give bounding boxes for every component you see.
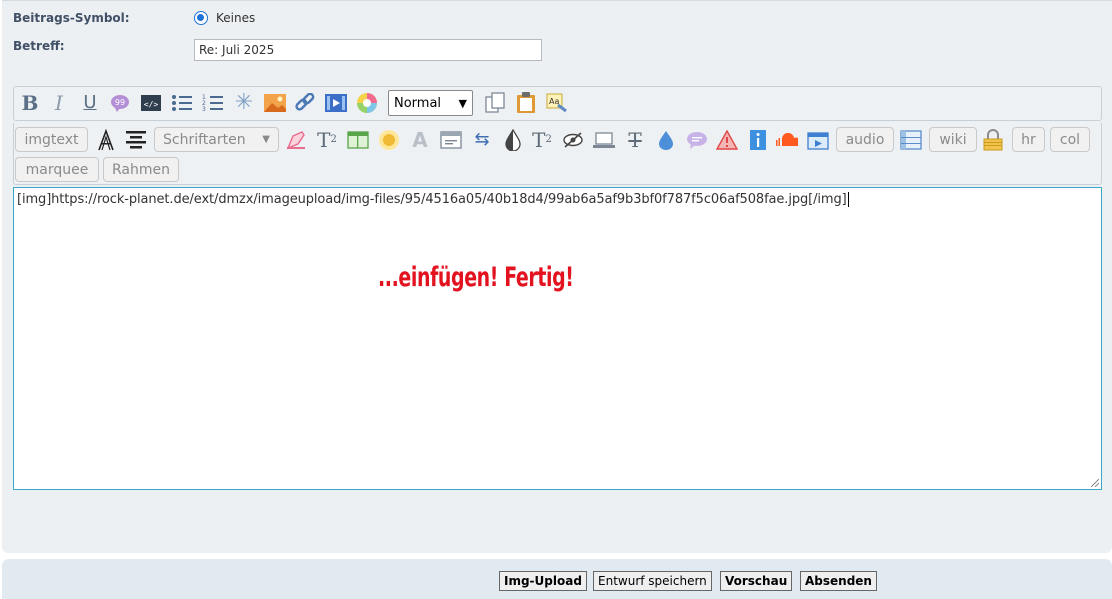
svg-text:Aa: Aa bbox=[549, 97, 559, 106]
link-icon[interactable] bbox=[294, 92, 316, 114]
annotation-overlay-text: ...einfügen! Fertig! bbox=[378, 262, 574, 293]
lock-icon[interactable] bbox=[982, 129, 1004, 151]
message-content: [img]https://rock-planet.de/ext/dmzx/ima… bbox=[17, 192, 847, 207]
resize-handle-icon[interactable] bbox=[1091, 479, 1099, 487]
swap-arrows-icon[interactable]: ⇆ bbox=[471, 129, 493, 151]
code-icon[interactable]: </> bbox=[140, 92, 162, 114]
imgtext-button[interactable]: imgtext bbox=[15, 127, 88, 152]
laptop-icon[interactable] bbox=[593, 129, 615, 151]
superscript-icon[interactable]: T2 bbox=[531, 129, 553, 151]
image-icon[interactable] bbox=[264, 92, 286, 114]
preview-button[interactable]: Vorschau bbox=[720, 571, 793, 591]
img-upload-button[interactable]: Img-Upload bbox=[499, 571, 587, 591]
shadow-text-icon[interactable]: A bbox=[409, 129, 431, 151]
highlighter-icon[interactable] bbox=[285, 129, 307, 151]
info-icon[interactable] bbox=[747, 129, 769, 151]
strikethrough-icon[interactable]: T bbox=[624, 129, 646, 151]
caret-down-icon: ▼ bbox=[262, 134, 270, 145]
subscript-icon[interactable]: T2 bbox=[316, 129, 338, 151]
svg-text:99: 99 bbox=[115, 98, 125, 107]
symbol-label: Beitrags-Symbol: bbox=[13, 11, 130, 25]
svg-text:3: 3 bbox=[202, 106, 206, 112]
font-outline-icon[interactable] bbox=[95, 129, 117, 151]
submit-button[interactable]: Absenden bbox=[800, 571, 877, 591]
font-size-select-value: Normal bbox=[394, 95, 442, 111]
contrast-drop-icon[interactable] bbox=[502, 129, 524, 151]
subject-input[interactable] bbox=[194, 39, 542, 61]
font-size-select[interactable]: Normal ▼ bbox=[388, 90, 473, 116]
chat-bubble-icon[interactable] bbox=[686, 129, 708, 151]
glow-icon[interactable] bbox=[378, 129, 400, 151]
message-textarea[interactable]: [img]https://rock-planet.de/ext/dmzx/ima… bbox=[13, 187, 1102, 490]
format-paste-icon[interactable]: Aa bbox=[546, 92, 568, 114]
audio-button[interactable]: audio bbox=[836, 127, 894, 152]
align-center-icon[interactable] bbox=[125, 129, 147, 151]
svg-text:</>: </> bbox=[144, 100, 159, 109]
marquee-button[interactable]: marquee bbox=[15, 157, 99, 182]
spoiler-eye-icon[interactable] bbox=[562, 129, 584, 151]
window-icon[interactable] bbox=[440, 129, 462, 151]
underline-icon[interactable]: U bbox=[79, 92, 101, 114]
unordered-list-icon[interactable] bbox=[171, 92, 193, 114]
grid-table-icon[interactable] bbox=[900, 129, 922, 151]
soundcloud-icon[interactable] bbox=[776, 129, 798, 151]
subject-label: Betreff: bbox=[13, 39, 65, 53]
italic-icon[interactable]: I bbox=[48, 92, 70, 114]
water-drop-icon[interactable] bbox=[655, 129, 677, 151]
bold-icon[interactable]: B bbox=[19, 92, 41, 114]
wiki-button[interactable]: wiki bbox=[929, 127, 977, 152]
quote-icon[interactable]: 99 bbox=[109, 92, 131, 114]
video-icon[interactable] bbox=[325, 92, 347, 114]
copy-icon[interactable] bbox=[484, 92, 506, 114]
symbol-radio-none[interactable] bbox=[194, 11, 208, 25]
fonts-dropdown-button[interactable]: Schriftarten ▼ bbox=[154, 127, 279, 152]
frame-button[interactable]: Rahmen bbox=[103, 157, 179, 182]
color-wheel-icon[interactable] bbox=[356, 92, 378, 114]
col-button[interactable]: col bbox=[1050, 127, 1090, 152]
warning-icon[interactable] bbox=[716, 129, 738, 151]
table-icon[interactable] bbox=[347, 129, 369, 151]
clipboard-icon[interactable] bbox=[515, 92, 537, 114]
media-player-icon[interactable] bbox=[807, 129, 829, 151]
list-item-icon[interactable]: ✳ bbox=[233, 92, 255, 114]
fonts-dropdown-label: Schriftarten bbox=[163, 131, 246, 148]
chevron-down-icon: ▼ bbox=[458, 96, 467, 110]
save-draft-button[interactable]: Entwurf speichern bbox=[593, 571, 712, 591]
text-caret bbox=[847, 192, 849, 207]
hr-button[interactable]: hr bbox=[1012, 127, 1045, 152]
symbol-option-label: Keines bbox=[216, 11, 256, 25]
ordered-list-icon[interactable]: 123 bbox=[202, 92, 224, 114]
